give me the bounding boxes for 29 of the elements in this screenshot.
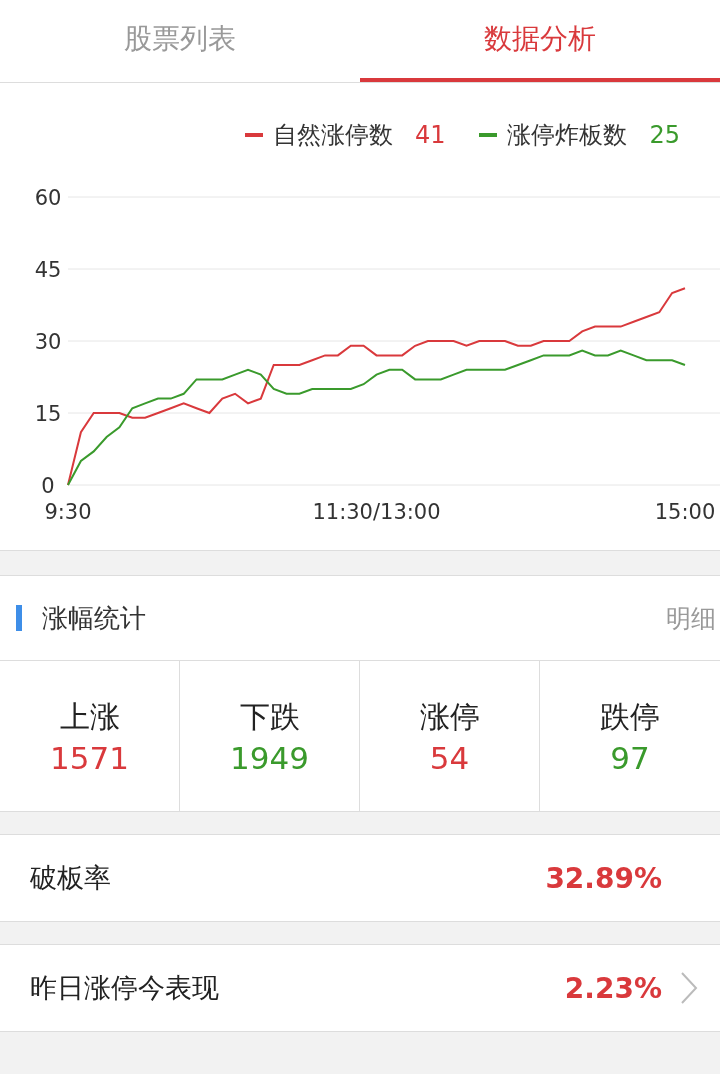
stat-value: 54 — [429, 739, 470, 776]
section-marker — [16, 605, 22, 631]
legend-value: 41 — [414, 121, 446, 149]
x-tick-label: 15:00 — [654, 500, 716, 524]
x-tick-label: 11:30/13:00 — [312, 500, 441, 524]
y-tick-label: 15 — [34, 402, 62, 426]
stat-label: 涨停 — [419, 697, 480, 736]
legend-value: 25 — [649, 121, 680, 149]
tab[interactable]: 股票列表 — [0, 0, 360, 82]
row-label: 昨日涨停今表现 — [30, 971, 220, 1005]
y-tick-label: 30 — [34, 330, 62, 354]
stat-value: 1571 — [50, 739, 129, 776]
info-row[interactable]: 昨日涨停今表现 2.23% — [0, 944, 720, 1032]
stat-label: 跌停 — [600, 697, 660, 736]
legend-label: 涨停炸板数 — [507, 120, 628, 151]
legend-label: 自然涨停数 — [272, 120, 393, 151]
y-tick-label: 60 — [34, 186, 62, 210]
stat-label: 下跌 — [239, 697, 300, 736]
stat-value: 97 — [610, 739, 650, 776]
stat-label: 上涨 — [59, 697, 120, 736]
stat-value: 1949 — [230, 739, 309, 776]
row-value: 32.89% — [545, 861, 662, 895]
x-tick-label: 9:30 — [44, 500, 92, 524]
y-tick-label: 45 — [34, 258, 62, 282]
row-value: 2.23% — [564, 971, 662, 1005]
section-title: 涨幅统计 — [42, 601, 147, 635]
details-link[interactable]: 明细 — [666, 601, 720, 635]
row-label: 破板率 — [30, 861, 112, 895]
y-tick-label: 0 — [41, 474, 55, 498]
